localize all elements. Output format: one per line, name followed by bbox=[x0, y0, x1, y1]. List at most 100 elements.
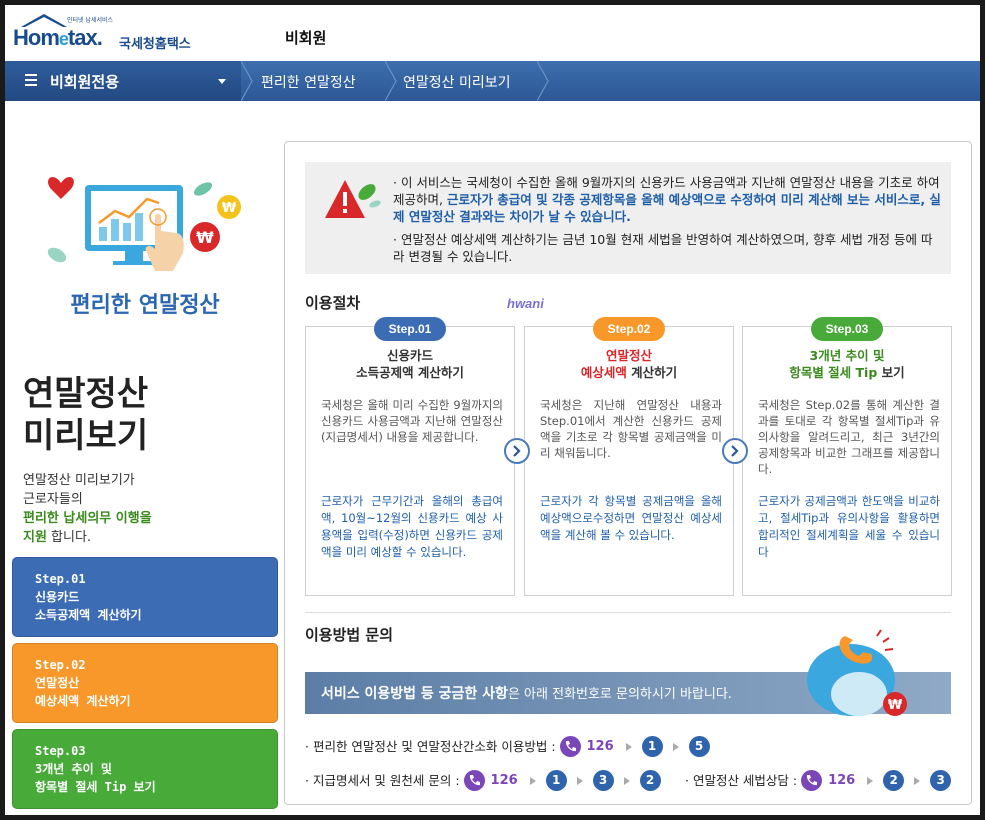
step02-button[interactable]: Step.02 연말정산 예상세액 계산하기 bbox=[12, 643, 278, 723]
phone-icon bbox=[801, 770, 823, 791]
breadcrumb-separator-icon bbox=[241, 61, 253, 101]
card-body: 국세청은 올해 미리 수집한 9월까지의 신용카드 사용금액과 지난해 연말정산… bbox=[321, 398, 503, 444]
phone-icon bbox=[463, 770, 485, 791]
nav-menu-dropdown[interactable]: 비회원전용 bbox=[5, 61, 241, 101]
inquiry-label: · 연말정산 세법상담 : bbox=[685, 772, 798, 788]
warning-icon bbox=[325, 180, 381, 218]
inquiry-row: · 지급명세서 및 원천세 문의 : 126 1 3 2 bbox=[305, 768, 661, 792]
banner-text-rest: 은 아래 전화번호로 문의하시기 바랍니다. bbox=[507, 687, 732, 702]
page-title-line: 연말정산 bbox=[23, 374, 149, 414]
settlement-illustration: ₩ ₩ bbox=[47, 176, 241, 271]
breadcrumb-separator-icon bbox=[537, 61, 549, 101]
card-heading-line: 신용카드 bbox=[386, 348, 433, 363]
card-heading-line: 소득공제액 계산하기 bbox=[356, 365, 464, 380]
step-label: 신용카드 bbox=[35, 590, 80, 604]
card-heading: 연말정산 예상세액 계산하기 bbox=[525, 347, 733, 381]
description-line: 연말정산 미리보기가 bbox=[23, 473, 135, 488]
phone-number: 126 bbox=[490, 772, 518, 788]
step03-pill: Step.03 bbox=[811, 317, 883, 341]
inquiry-title: 이용방법 문의 bbox=[305, 626, 394, 644]
page-title: 연말정산 미리보기 bbox=[23, 373, 148, 457]
page-title-line: 미리보기 bbox=[23, 416, 149, 456]
card-heading: 3개년 추이 및 항목별 절세 Tip 보기 bbox=[743, 347, 951, 381]
step01-button[interactable]: Step.01 신용카드 소득공제액 계산하기 bbox=[12, 557, 278, 637]
step-number: Step.02 bbox=[35, 658, 86, 672]
notice-text: · 이 서비스는 국세청이 수집한 올해 9월까지의 신용카드 사용금액과 지난… bbox=[393, 174, 943, 271]
inquiry-label: · 지급명세서 및 원천세 문의 : bbox=[305, 772, 460, 788]
logo-wordmark-part: e bbox=[58, 29, 69, 49]
card-highlight: 근로자가 근무기간과 올해의 총급여액, 10월~12월의 신용카드 예상 사용… bbox=[321, 494, 503, 559]
phone-icon bbox=[559, 736, 581, 757]
menu-number: 3 bbox=[592, 770, 614, 791]
phone-bubble-illustration: ₩ bbox=[807, 629, 907, 716]
step-label: 3개년 추이 및 bbox=[35, 762, 112, 776]
nav-menu-label: 비회원전용 bbox=[50, 73, 120, 91]
arrow-right-icon bbox=[529, 776, 536, 785]
arrow-right-icon bbox=[867, 776, 874, 785]
card-body: 국세청은 Step.02를 통해 계산한 결과를 토대로 각 항목별 절세Tip… bbox=[758, 398, 940, 476]
card-heading-line: 보기 bbox=[877, 365, 905, 380]
left-panel: ₩ ₩ 편리한 연말정산 연말정산 미리보기 연말정산 미리보기가 근로자들의 … bbox=[5, 101, 285, 815]
inquiry-label: · 편리한 연말정산 및 연말정산간소화 이용방법 : bbox=[305, 738, 556, 754]
description-highlight: 편리한 납세의무 이행을 bbox=[23, 511, 152, 526]
menu-number: 1 bbox=[641, 736, 663, 757]
nav-bar: 비회원전용 편리한 연말정산 연말정산 미리보기 bbox=[5, 61, 980, 101]
svg-text:₩: ₩ bbox=[222, 201, 237, 216]
header: 인터넷 납세서비스 Hometax. 국세청홈택스 비회원 bbox=[5, 5, 980, 61]
step02-card: Step.02 연말정산 예상세액 계산하기 국세청은 지난해 연말정산 내용과… bbox=[524, 317, 734, 596]
step-number: Step.01 bbox=[35, 572, 86, 586]
page-frame: 인터넷 납세서비스 Hometax. 국세청홈택스 비회원 비회원전용 편리한 … bbox=[5, 5, 980, 815]
menu-number: 1 bbox=[545, 770, 567, 791]
card-heading-line: 계산하기 bbox=[626, 365, 678, 380]
svg-text:₩: ₩ bbox=[888, 698, 903, 713]
card-body: 국세청은 지난해 연말정산 내용과 Step.01에서 계산한 신용카드 공제액… bbox=[540, 398, 722, 460]
content-panel: · 이 서비스는 국세청이 수집한 올해 9월까지의 신용카드 사용금액과 지난… bbox=[284, 141, 972, 805]
menu-number: 5 bbox=[688, 736, 710, 757]
description-line: 합니다. bbox=[46, 530, 92, 545]
hometax-logo[interactable]: 인터넷 납세서비스 Hometax. 국세청홈택스 bbox=[11, 11, 201, 55]
arrow-right-icon bbox=[623, 776, 630, 785]
breadcrumb-convenient-settlement[interactable]: 편리한 연말정산 bbox=[261, 72, 356, 92]
next-step-arrow-icon bbox=[722, 438, 748, 464]
card-heading-emphasis: 항목별 절세 Tip bbox=[789, 365, 878, 380]
logo-wordmark-part: Hom bbox=[13, 25, 60, 50]
card-highlight: 근로자가 공제금액과 한도액을 비교하고, 절세Tip과 유의사항을 활용하면 … bbox=[758, 494, 940, 559]
watermark-text: hwani bbox=[507, 296, 544, 311]
logo-wordmark: Hometax. bbox=[13, 25, 103, 51]
illustration-title: 편리한 연말정산 bbox=[70, 293, 220, 318]
menu-icon bbox=[25, 74, 37, 86]
breadcrumb-preview[interactable]: 연말정산 미리보기 bbox=[403, 72, 511, 92]
notice-box: · 이 서비스는 국세청이 수집한 올해 9월까지의 신용카드 사용금액과 지난… bbox=[305, 162, 951, 274]
procedure-title: 이용절차 bbox=[305, 294, 361, 312]
menu-number: 2 bbox=[639, 770, 661, 791]
step01-card: Step.01 신용카드 소득공제액 계산하기 국세청은 올해 미리 수집한 9… bbox=[305, 317, 515, 596]
svg-text:₩: ₩ bbox=[196, 228, 214, 247]
card-heading-line: 연말정산 bbox=[605, 348, 652, 363]
arrow-right-icon bbox=[672, 742, 679, 751]
menu-number: 3 bbox=[930, 770, 952, 791]
step-number: Step.03 bbox=[35, 744, 86, 758]
card-heading-line: 3개년 추이 및 bbox=[809, 348, 885, 363]
inquiry-row: · 편리한 연말정산 및 연말정산간소화 이용방법 : 126 1 5 bbox=[305, 734, 710, 758]
phone-number: 126 bbox=[586, 738, 614, 754]
next-step-arrow-icon bbox=[504, 438, 530, 464]
banner-text-bold: 서비스 이용방법 등 궁금한 사항 bbox=[321, 686, 508, 702]
notice-paragraph-2: · 연말정산 예상세액 계산하기는 금년 10월 현재 세법을 반영하여 계산하… bbox=[393, 232, 933, 264]
card-heading: 신용카드 소득공제액 계산하기 bbox=[306, 347, 514, 381]
arrow-right-icon bbox=[625, 742, 632, 751]
card-heading-emphasis: 예상세액 bbox=[580, 365, 627, 380]
notice-paragraph-1: · 이 서비스는 국세청이 수집한 올해 9월까지의 신용카드 사용금액과 지난… bbox=[393, 174, 943, 225]
phone-number: 126 bbox=[828, 772, 856, 788]
section-divider bbox=[305, 612, 951, 613]
step03-button[interactable]: Step.03 3개년 추이 및 항목별 절세 Tip 보기 bbox=[12, 729, 278, 809]
step-label: 항목별 절세 Tip 보기 bbox=[35, 780, 156, 794]
member-status: 비회원 bbox=[285, 29, 327, 47]
step-label: 소득공제액 계산하기 bbox=[35, 608, 142, 622]
step-label: 연말정산 bbox=[35, 676, 80, 690]
menu-number: 2 bbox=[883, 770, 905, 791]
logo-korean: 국세청홈택스 bbox=[119, 37, 191, 52]
description-highlight: 지원 bbox=[23, 530, 47, 545]
inquiry-row: · 연말정산 세법상담 : 126 2 3 bbox=[685, 768, 952, 792]
logo-wordmark-part: tax. bbox=[67, 25, 103, 50]
step-label: 예상세액 계산하기 bbox=[35, 694, 131, 708]
